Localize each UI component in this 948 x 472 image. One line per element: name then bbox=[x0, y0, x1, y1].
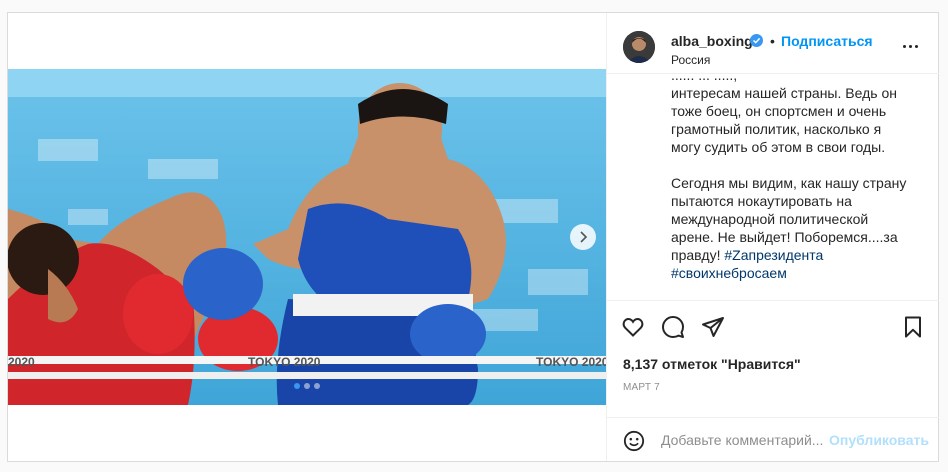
post-sidebar: alba_boxing • Подписаться Россия ...... … bbox=[606, 13, 939, 461]
carousel-dot bbox=[304, 383, 310, 389]
ring-text-1: 2020 bbox=[8, 355, 35, 369]
verified-badge-icon bbox=[750, 34, 763, 47]
caption-paragraph-1: интересам нашей страны. Ведь он тоже бое… bbox=[671, 85, 897, 155]
avatar-image bbox=[623, 31, 655, 63]
post-header: alba_boxing • Подписаться Россия bbox=[607, 13, 939, 74]
ring-text-3: TOKYO 2020 bbox=[536, 355, 606, 369]
ring-text-2: TOKYO 2020 bbox=[248, 355, 321, 369]
carousel-dot bbox=[314, 383, 320, 389]
comment-icon[interactable] bbox=[661, 315, 685, 339]
divider bbox=[607, 300, 939, 301]
emoji-icon[interactable] bbox=[623, 430, 645, 452]
carousel-dot bbox=[294, 383, 300, 389]
bookmark-icon[interactable] bbox=[901, 315, 925, 339]
post-card: 2020 TOKYO 2020 TOKYO 2020 alba_boxing •… bbox=[7, 12, 939, 462]
caption-cut-line: ...... ... ....., bbox=[671, 75, 738, 83]
post-media: 2020 TOKYO 2020 TOKYO 2020 bbox=[8, 13, 606, 461]
hashtag-link[interactable]: #своихнебросаем bbox=[671, 264, 911, 282]
carousel-indicator bbox=[294, 383, 320, 389]
post-caption: ...... ... ....., интересам нашей страны… bbox=[671, 75, 911, 299]
heart-icon[interactable] bbox=[621, 315, 645, 339]
hashtag-link[interactable]: #Zапрезидента bbox=[724, 247, 823, 263]
caption-paragraph-2: Сегодня мы видим, как нашу страну пытают… bbox=[671, 174, 911, 282]
more-options-icon[interactable] bbox=[903, 45, 918, 48]
post-date[interactable]: МАРТ 7 bbox=[623, 382, 660, 393]
comment-input[interactable] bbox=[661, 430, 827, 450]
likes-count[interactable]: 8,137 отметок "Нравится" bbox=[623, 356, 801, 372]
username-link[interactable]: alba_boxing bbox=[671, 33, 753, 49]
publish-button[interactable]: Опубликовать bbox=[829, 432, 929, 448]
chevron-right-icon bbox=[580, 231, 588, 243]
header-separator: • bbox=[770, 33, 775, 49]
carousel-next-button[interactable] bbox=[570, 224, 596, 250]
avatar[interactable] bbox=[623, 31, 655, 63]
post-photo: 2020 TOKYO 2020 TOKYO 2020 bbox=[8, 69, 606, 405]
comment-bar: Опубликовать bbox=[607, 417, 939, 462]
location-link[interactable]: Россия bbox=[671, 53, 710, 67]
share-icon[interactable] bbox=[701, 315, 725, 339]
follow-button[interactable]: Подписаться bbox=[781, 33, 873, 49]
